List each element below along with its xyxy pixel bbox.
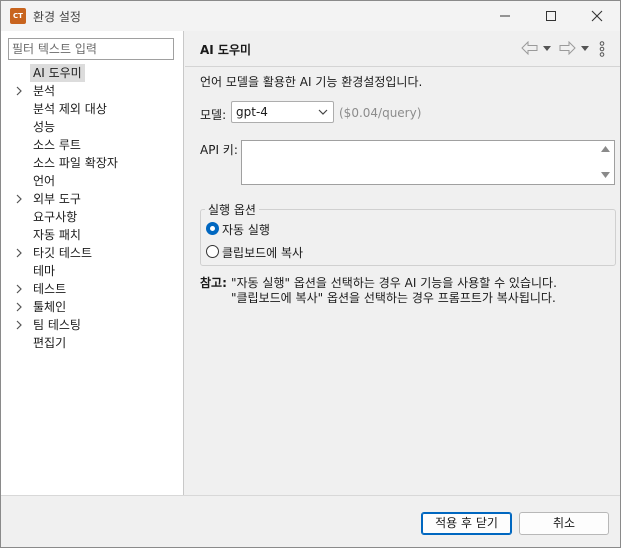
chevron-right-icon[interactable]: [14, 302, 24, 312]
tree-item[interactable]: 테스트: [1, 280, 183, 298]
chevron-right-icon[interactable]: [14, 194, 24, 204]
title-bar[interactable]: CT 환경 설정: [1, 1, 620, 31]
tree-item[interactable]: 팀 테스팅: [1, 316, 183, 334]
tree-item-label: 타깃 테스트: [33, 246, 93, 260]
model-select[interactable]: gpt-4: [231, 101, 334, 123]
tree-item[interactable]: 편집기: [1, 334, 183, 352]
tree-item[interactable]: 언어: [1, 172, 183, 190]
minimize-icon: [500, 15, 510, 17]
app-icon: CT: [10, 8, 26, 24]
more-vertical-icon: [599, 41, 605, 57]
preference-tree: AI 도우미분석분석 제외 대상성능소스 루트소스 파일 확장자언어외부 도구요…: [1, 64, 183, 352]
chevron-right-icon[interactable]: [14, 284, 24, 294]
api-key-input[interactable]: [242, 141, 598, 184]
tree-item-label: 분석 제외 대상: [33, 102, 107, 116]
back-dropdown-button[interactable]: [543, 46, 551, 51]
tree-item-label: 팀 테스팅: [33, 318, 81, 332]
tree-item-label: 언어: [33, 174, 56, 188]
chevron-down-icon: [318, 109, 328, 115]
tree-item[interactable]: 테마: [1, 262, 183, 280]
back-arrow-icon: [521, 41, 538, 55]
tree-item[interactable]: 타깃 테스트: [1, 244, 183, 262]
tree-item-label: 소스 루트: [33, 138, 81, 152]
model-select-value: gpt-4: [236, 105, 268, 119]
cancel-button[interactable]: 취소: [519, 512, 609, 535]
page-header: AI 도우미: [185, 31, 620, 67]
scroll-down-icon[interactable]: [601, 172, 610, 178]
back-button[interactable]: [521, 41, 539, 55]
page-description: 언어 모델을 활용한 AI 기능 환경설정입니다.: [200, 75, 423, 89]
tree-item[interactable]: 성능: [1, 118, 183, 136]
note-label: 참고:: [200, 276, 227, 290]
tree-item[interactable]: 분석: [1, 82, 183, 100]
tree-item-label: 분석: [33, 84, 56, 98]
filter-input[interactable]: [8, 38, 174, 60]
tree-item[interactable]: AI 도우미: [1, 64, 183, 82]
maximize-button[interactable]: [528, 1, 574, 31]
api-key-label: API 키:: [200, 143, 238, 157]
chevron-down-icon: [543, 46, 551, 51]
tree-item-label: 성능: [33, 120, 56, 134]
tree-item-label: 요구사항: [33, 210, 78, 224]
chevron-right-icon[interactable]: [14, 86, 24, 96]
tree-item[interactable]: 외부 도구: [1, 190, 183, 208]
tree-item[interactable]: 분석 제외 대상: [1, 100, 183, 118]
view-menu-button[interactable]: [599, 41, 605, 57]
preferences-window: CT 환경 설정 AI 도우미분석분석 제외 대상성능소스 루트소스 파일 확장…: [0, 0, 621, 548]
minimize-button[interactable]: [482, 1, 528, 31]
tree-item-label: 편집기: [33, 336, 67, 350]
tree-item[interactable]: 소스 파일 확장자: [1, 154, 183, 172]
tree-item[interactable]: 요구사항: [1, 208, 183, 226]
tree-item-label: 테마: [33, 264, 56, 278]
page-title: AI 도우미: [200, 43, 252, 57]
close-button[interactable]: [574, 1, 620, 31]
model-label: 모델:: [200, 108, 227, 122]
preference-page: AI 도우미 언어 모델을 활용한 AI 기능 환경설정입니다. 모델: gpt…: [185, 31, 620, 495]
forward-dropdown-button[interactable]: [581, 46, 589, 51]
tree-item-label: AI 도우미: [30, 64, 85, 82]
run-options-title: 실행 옵션: [205, 201, 259, 218]
api-key-scrollbar[interactable]: [597, 141, 614, 184]
tree-item-label: 자동 패치: [33, 228, 81, 242]
radio-indicator: [206, 245, 219, 258]
forward-button[interactable]: [558, 41, 576, 55]
tree-item-label: 툴체인: [33, 300, 67, 314]
apply-and-close-button[interactable]: 적용 후 닫기: [421, 512, 512, 535]
close-icon: [591, 10, 603, 22]
tree-item[interactable]: 자동 패치: [1, 226, 183, 244]
tree-item[interactable]: 툴체인: [1, 298, 183, 316]
tree-item-label: 테스트: [33, 282, 67, 296]
radio-indicator: [206, 222, 219, 235]
chevron-down-icon: [581, 46, 589, 51]
chevron-right-icon[interactable]: [14, 248, 24, 258]
maximize-icon: [546, 11, 556, 21]
chevron-right-icon[interactable]: [14, 320, 24, 330]
window-title: 환경 설정: [33, 10, 81, 24]
radio-label: 자동 실행: [222, 223, 270, 237]
tree-item[interactable]: 소스 루트: [1, 136, 183, 154]
dialog-footer: 적용 후 닫기 취소: [1, 495, 620, 547]
api-key-field[interactable]: [241, 140, 615, 185]
tree-item-label: 외부 도구: [33, 192, 81, 206]
note-line-2: "클립보드에 복사" 옵션을 선택하는 경우 프롬프트가 복사됩니다.: [231, 291, 556, 305]
radio-label: 클립보드에 복사: [222, 246, 304, 260]
tree-item-label: 소스 파일 확장자: [33, 156, 118, 170]
forward-arrow-icon: [559, 41, 576, 55]
model-price: ($0.04/query): [339, 106, 422, 120]
preference-navigation: AI 도우미분석분석 제외 대상성능소스 루트소스 파일 확장자언어외부 도구요…: [1, 31, 184, 495]
scroll-up-icon[interactable]: [601, 146, 610, 152]
